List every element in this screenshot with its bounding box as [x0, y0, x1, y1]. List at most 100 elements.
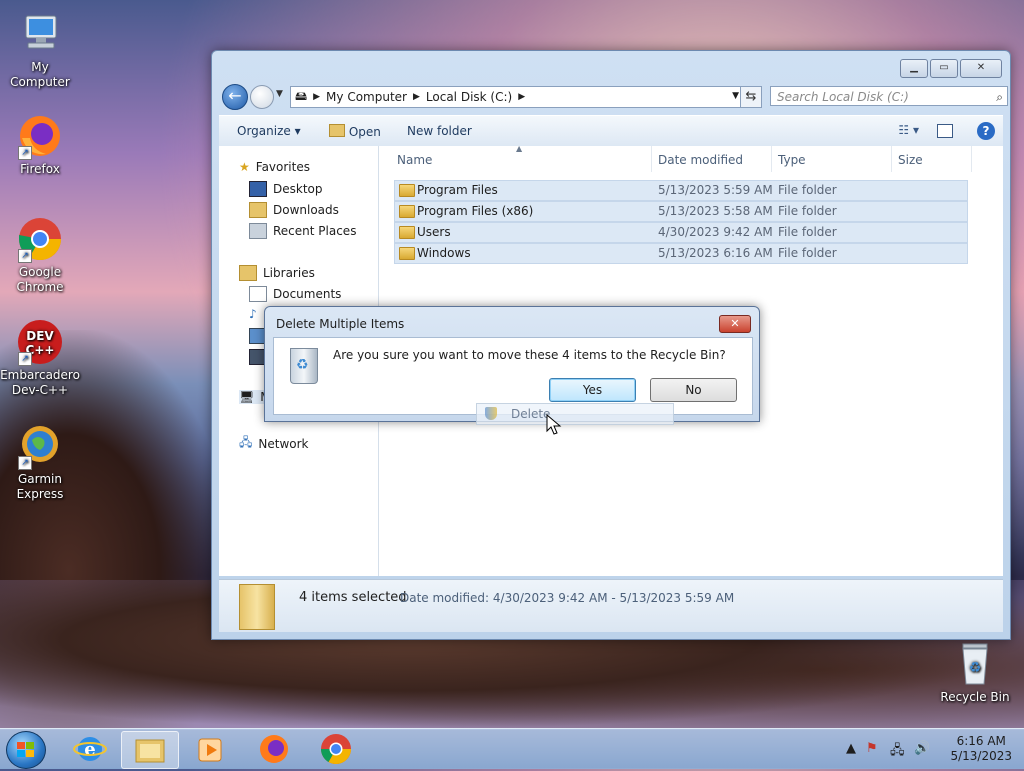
folder-icon	[399, 184, 415, 197]
desktop-icon-label: Firefox	[20, 162, 60, 176]
show-hidden-icons-icon[interactable]: ▲	[846, 741, 856, 756]
desktop-icon-chrome[interactable]: ↗ Google Chrome	[0, 215, 80, 295]
folder-icon	[399, 247, 415, 260]
computer-icon	[16, 10, 64, 58]
no-button[interactable]: No	[650, 378, 737, 402]
file-type: File folder	[778, 204, 837, 218]
dialog-close-button[interactable]: ✕	[719, 315, 751, 333]
change-view-icon[interactable]: ☷ ▾	[898, 123, 919, 137]
desktop-icon-my-computer[interactable]: My Computer	[0, 10, 80, 90]
file-row[interactable]: Program Files 5/13/2023 5:59 AM File fol…	[394, 180, 968, 201]
address-dropdown-icon[interactable]: ▼	[732, 91, 739, 101]
file-row[interactable]: Program Files (x86) 5/13/2023 5:58 AM Fi…	[394, 201, 968, 222]
shortcut-arrow-icon: ↗	[18, 456, 32, 470]
taskbar-internet-explorer[interactable]: e	[62, 731, 118, 767]
back-button[interactable]: ←	[222, 84, 248, 110]
clock-time: 6:16 AM	[956, 734, 1006, 748]
start-button[interactable]	[6, 731, 46, 769]
breadcrumb-separator-icon: ▶	[412, 92, 420, 102]
help-icon[interactable]: ?	[977, 122, 995, 140]
yes-button[interactable]: Yes	[549, 378, 636, 402]
folder-icon	[399, 226, 415, 239]
organize-menu[interactable]: Organize ▾	[237, 124, 301, 138]
file-row[interactable]: Windows 5/13/2023 6:16 AM File folder	[394, 243, 968, 264]
column-header-size[interactable]: Size	[898, 153, 923, 167]
column-divider	[771, 146, 772, 172]
desktop-icon-devcpp[interactable]: DEV C++ ↗ Embarcadero Dev-C++	[0, 318, 80, 398]
preview-pane-icon[interactable]	[937, 124, 953, 138]
close-button[interactable]: ✕	[960, 59, 1002, 78]
search-input[interactable]: Search Local Disk (C:) ⌕	[770, 86, 1008, 106]
nav-music[interactable]: ♪	[249, 307, 257, 321]
window-caption-buttons: ▁ ▭ ✕	[900, 59, 1002, 78]
nav-desktop[interactable]: Desktop	[249, 181, 323, 197]
svg-text:DEV: DEV	[26, 329, 54, 343]
selection-date-modified: Date modified: 4/30/2023 9:42 AM - 5/13/…	[400, 591, 735, 605]
command-bar: Organize ▾ Open New folder ☷ ▾ ?	[219, 115, 1003, 147]
address-row: ← ▼ 🖴 ▶ My Computer ▶ Local Disk (C:) ▶ …	[220, 83, 1008, 110]
file-date: 5/13/2023 5:58 AM	[658, 204, 773, 218]
desktop-icon-garmin[interactable]: ↗ Garmin Express	[0, 422, 80, 502]
open-button[interactable]: Open	[329, 124, 381, 139]
chrome-icon	[321, 734, 351, 765]
taskbar-firefox[interactable]	[246, 731, 302, 767]
music-icon: ♪	[249, 307, 257, 321]
nav-libraries[interactable]: Libraries	[239, 265, 315, 281]
mouse-cursor-icon	[546, 414, 562, 435]
minimize-button[interactable]: ▁	[900, 59, 928, 78]
folder-library-icon	[135, 739, 165, 763]
taskbar-chrome[interactable]	[308, 731, 364, 767]
selection-count: 4 items selected	[299, 590, 407, 605]
nav-documents[interactable]: Documents	[249, 286, 341, 302]
nav-favorites[interactable]: ★ Favorites	[239, 160, 310, 174]
column-header-date[interactable]: Date modified	[658, 153, 743, 167]
search-icon: ⌕	[996, 90, 1003, 104]
desktop-icon-recycle-bin[interactable]: ♻ Recycle Bin	[935, 640, 1015, 705]
maximize-button[interactable]: ▭	[930, 59, 958, 78]
file-name: Program Files (x86)	[417, 204, 534, 218]
file-type: File folder	[778, 246, 837, 260]
firefox-icon	[260, 735, 288, 763]
new-folder-button[interactable]: New folder	[407, 124, 472, 138]
column-header-name[interactable]: Name	[397, 153, 432, 167]
file-row[interactable]: Users 4/30/2023 9:42 AM File folder	[394, 222, 968, 243]
file-name: Users	[417, 225, 451, 239]
fading-context-menu-delete[interactable]: Delete	[476, 403, 674, 425]
action-center-flag-icon[interactable]: ⚑	[866, 741, 878, 756]
drive-icon: 🖴	[295, 88, 308, 103]
desktop-icon-label: Google Chrome	[16, 265, 64, 294]
downloads-folder-icon	[249, 202, 267, 218]
column-divider	[651, 146, 652, 172]
details-pane: 4 items selected Date modified: 4/30/202…	[219, 579, 1003, 632]
file-type: File folder	[778, 183, 837, 197]
forward-button[interactable]	[250, 85, 274, 109]
nav-downloads[interactable]: Downloads	[249, 202, 339, 218]
folder-icon	[399, 205, 415, 218]
address-bar[interactable]: 🖴 ▶ My Computer ▶ Local Disk (C:) ▶ ▼	[290, 86, 744, 108]
clock[interactable]: 6:16 AM 5/13/2023	[950, 734, 1012, 764]
desktop-icon-firefox[interactable]: ↗ Firefox	[0, 112, 80, 177]
internet-explorer-icon: e	[73, 737, 107, 761]
desktop-icon-label: Recycle Bin	[940, 690, 1010, 704]
taskbar: e ▲ ⚑ 🖧 🔊 6:16 AM 5/13/2023	[0, 728, 1024, 769]
network-tray-icon[interactable]: 🖧	[890, 741, 905, 763]
svg-text:♻: ♻	[969, 660, 982, 676]
refresh-button[interactable]: ⇆	[740, 86, 762, 108]
file-name: Windows	[417, 246, 471, 260]
breadcrumb-my-computer[interactable]: My Computer	[326, 90, 407, 104]
column-header-type[interactable]: Type	[778, 153, 806, 167]
taskbar-explorer[interactable]	[121, 731, 179, 769]
taskbar-media-player[interactable]	[183, 731, 239, 767]
volume-icon[interactable]: 🔊	[914, 741, 930, 756]
breadcrumb-local-disk[interactable]: Local Disk (C:)	[426, 90, 512, 104]
recycle-bin-icon	[290, 348, 318, 384]
nav-recent-places[interactable]: Recent Places	[249, 223, 356, 239]
desktop-icon	[249, 181, 267, 197]
sort-arrow-icon: ▲	[516, 144, 523, 153]
recent-pages-dropdown[interactable]: ▼	[276, 89, 283, 99]
computer-small-icon: 🖥	[239, 390, 255, 404]
libraries-icon	[239, 265, 257, 281]
breadcrumb-separator-icon: ▶	[313, 92, 321, 102]
nav-network[interactable]: 🖧 Network	[239, 433, 309, 454]
garmin-globe-icon: ↗	[16, 422, 64, 470]
